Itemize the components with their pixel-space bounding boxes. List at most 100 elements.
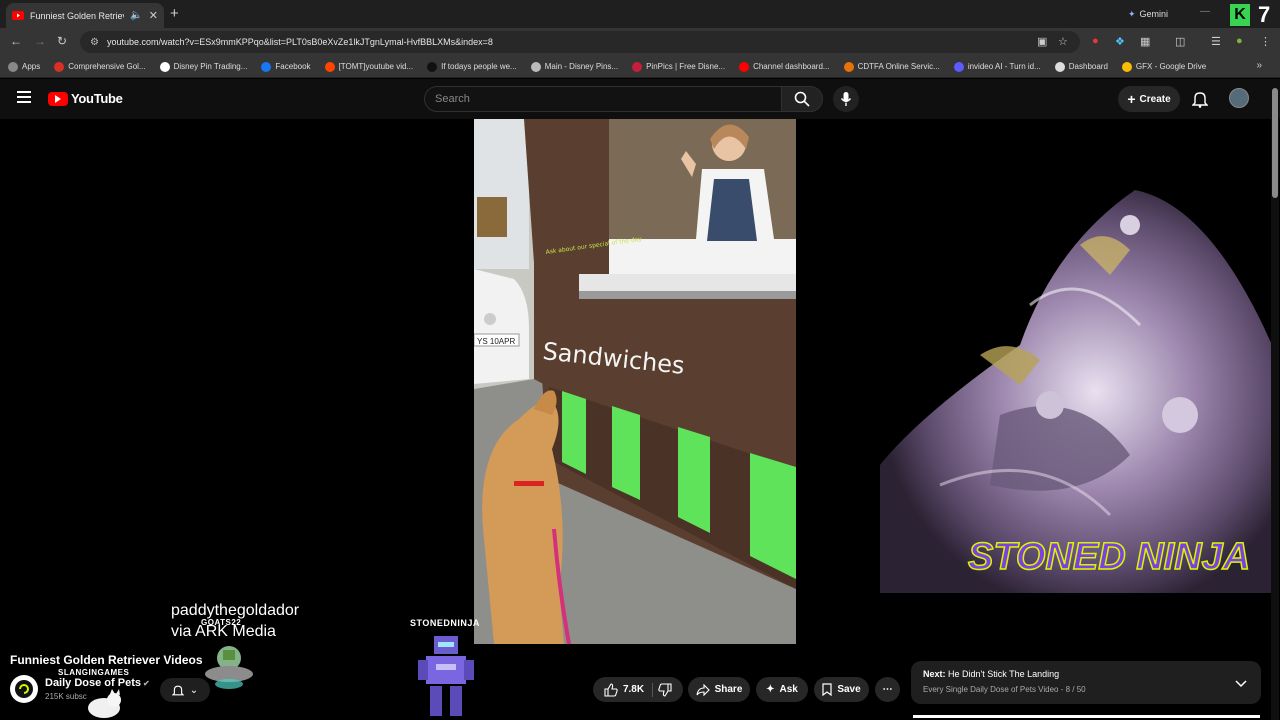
playlist-next-panel[interactable]: Next: He Didn't Stick The Landing Every … (911, 661, 1261, 704)
channel-name[interactable]: Daily Dose of Pets ✔ (45, 677, 150, 689)
url-field[interactable]: ⚙ youtube.com/watch?v=ESx9mmKPPqo&list=P… (80, 31, 1080, 53)
save-button[interactable]: Save (814, 677, 869, 702)
notifications-bell-icon[interactable] (1191, 90, 1209, 113)
bookmark-star-icon[interactable]: ☆ (1058, 35, 1068, 48)
forward-arrow-icon[interactable]: → (34, 34, 46, 48)
media-controls-icon[interactable]: ☰ (1211, 35, 1221, 48)
browser-menu-icon[interactable]: ⋮ (1260, 35, 1271, 48)
tab-title: Funniest Golden Retriever V (30, 10, 124, 21)
subscribed-bell-button[interactable]: ⌄ (160, 678, 210, 702)
bookmark-item[interactable]: Disney Pin Trading... (159, 61, 248, 72)
search-placeholder: Search (435, 93, 470, 105)
thumbs-up-icon (604, 682, 618, 697)
install-app-icon[interactable]: ▣ (1037, 35, 1047, 48)
bookmark-favicon-icon (632, 61, 643, 72)
bookmark-favicon-icon (953, 61, 964, 72)
next-title-text: He Didn't Stick The Landing (948, 669, 1060, 679)
expand-chevron-icon[interactable] (1235, 675, 1247, 693)
panel-bottom-edge (913, 715, 1260, 718)
hamburger-menu-icon[interactable] (17, 91, 31, 105)
bookmark-item[interactable]: Apps (8, 61, 41, 72)
bookmark-item[interactable]: If todays people we... (427, 61, 517, 72)
bookmark-favicon-icon (530, 61, 541, 72)
bookmark-label: GFX - Google Drive (1135, 62, 1207, 71)
back-arrow-icon[interactable]: ← (10, 34, 22, 48)
more-bookmarks-icon[interactable]: » (1256, 60, 1262, 71)
account-avatar[interactable] (1229, 88, 1249, 108)
bookmark-favicon-icon (1054, 61, 1065, 72)
k-logo: K (1230, 4, 1250, 26)
chevron-down-icon: ⌄ (189, 684, 199, 696)
corner-number: 7 (1258, 2, 1271, 27)
dislike-button[interactable] (658, 682, 672, 697)
bookmark-item[interactable]: PinPics | Free Disne... (632, 61, 726, 72)
video-frame-illustration: YS 10APR Sandwiches Ask about our specia… (474, 119, 796, 644)
bookmark-label: Disney Pin Trading... (173, 62, 248, 71)
like-button[interactable]: 7.8K (604, 682, 654, 697)
license-plate: YS 10APR (477, 337, 515, 346)
browser-tab[interactable]: Funniest Golden Retriever V 🔈 ✕ (6, 3, 164, 28)
ninja-robot-sprite-icon (418, 636, 474, 716)
bookmarks-bar: Apps Comprehensive Gol... Disney Pin Tradi… (0, 56, 1280, 78)
stonedninja-overlay-tag: STONEDNINJA (410, 618, 480, 628)
bookmark-item[interactable]: CDTFA Online Servic... (843, 61, 940, 72)
bookmark-label: If todays people we... (441, 62, 517, 71)
bookmark-label: CDTFA Online Servic... (857, 62, 940, 71)
thumbs-down-icon (658, 682, 672, 697)
channel-avatar[interactable] (10, 675, 38, 703)
speaker-icon[interactable]: 🔈 (130, 10, 142, 21)
gemini-button[interactable]: ✦ Gemini (1120, 5, 1176, 23)
bookmark-item[interactable]: [TOMT]youtube vid... (324, 61, 414, 72)
site-info-icon[interactable]: ⚙ (90, 37, 99, 48)
bookmark-favicon-icon (1121, 61, 1132, 72)
url-text: youtube.com/watch?v=ESx9mmKPPqo&list=PLT… (106, 37, 493, 47)
bookmark-item[interactable]: Channel dashboard... (739, 61, 830, 72)
youtube-favicon-icon (12, 10, 24, 22)
video-title: Funniest Golden Retriever Videos (10, 653, 203, 667)
search-button[interactable] (781, 86, 823, 112)
extension-red-icon[interactable]: ● (1092, 35, 1099, 47)
create-label: Create (1139, 93, 1171, 105)
create-button[interactable]: + Create (1118, 86, 1180, 112)
screen: Funniest Golden Retriever V 🔈 ✕ + ✦ Gemi… (0, 0, 1280, 720)
bookmark-label: Dashboard (1068, 62, 1108, 71)
bookmark-item[interactable]: Main - Disney Pins... (530, 61, 618, 72)
reload-icon[interactable]: ↻ (57, 34, 67, 48)
youtube-logo[interactable]: YouTube (48, 91, 123, 106)
bookmark-item[interactable]: Facebook (261, 61, 311, 72)
bookmark-label: PinPics | Free Disne... (646, 62, 726, 71)
slangin-overlay-tag: SLANGINGAMES (58, 668, 130, 677)
close-tab-icon[interactable]: ✕ (149, 9, 158, 22)
browser-tab-strip: Funniest Golden Retriever V 🔈 ✕ + ✦ Gemi… (0, 0, 1280, 28)
search-input[interactable]: Search (424, 86, 782, 112)
bookmark-favicon-icon (8, 61, 18, 72)
bookmark-item[interactable]: Dashboard (1054, 61, 1108, 72)
bookmark-item[interactable]: invideo AI - Turn id... (953, 61, 1041, 72)
ufo-sprite-icon (205, 646, 253, 689)
bookmark-favicon-icon (54, 61, 65, 72)
share-label: Share (714, 684, 743, 695)
side-panel-icon[interactable]: ◫ (1175, 35, 1185, 48)
share-arrow-icon (696, 683, 710, 696)
bookmark-item[interactable]: Comprehensive Gol... (54, 61, 146, 72)
new-tab-button[interactable]: + (170, 5, 179, 22)
plus-icon: + (1127, 91, 1136, 107)
voice-search-button[interactable] (833, 86, 859, 112)
share-button[interactable]: Share (688, 677, 750, 702)
minimize-icon[interactable]: — (1200, 6, 1210, 17)
bookmark-favicon-icon (843, 61, 854, 72)
bookmark-label: [TOMT]youtube vid... (338, 62, 414, 71)
more-actions-button[interactable]: ⋯ (875, 677, 900, 702)
ask-button[interactable]: ✦ Ask (756, 677, 808, 702)
bookmark-favicon-icon (739, 61, 750, 72)
bookmark-label: Apps (22, 62, 41, 71)
profile-icon[interactable]: ● (1236, 35, 1243, 47)
extension-blue-icon[interactable]: ❖ (1115, 35, 1125, 48)
extensions-puzzle-icon[interactable]: ▦ (1140, 35, 1150, 48)
youtube-header: YouTube Search + Create (0, 79, 1280, 119)
playlist-position: Every Single Daily Dose of Pets Video - … (923, 685, 1086, 694)
bookmark-item[interactable]: GFX - Google Drive (1121, 61, 1207, 72)
save-label: Save (837, 684, 861, 695)
video-player[interactable]: YS 10APR Sandwiches Ask about our specia… (474, 119, 796, 644)
scrollbar-thumb[interactable] (1272, 88, 1278, 198)
